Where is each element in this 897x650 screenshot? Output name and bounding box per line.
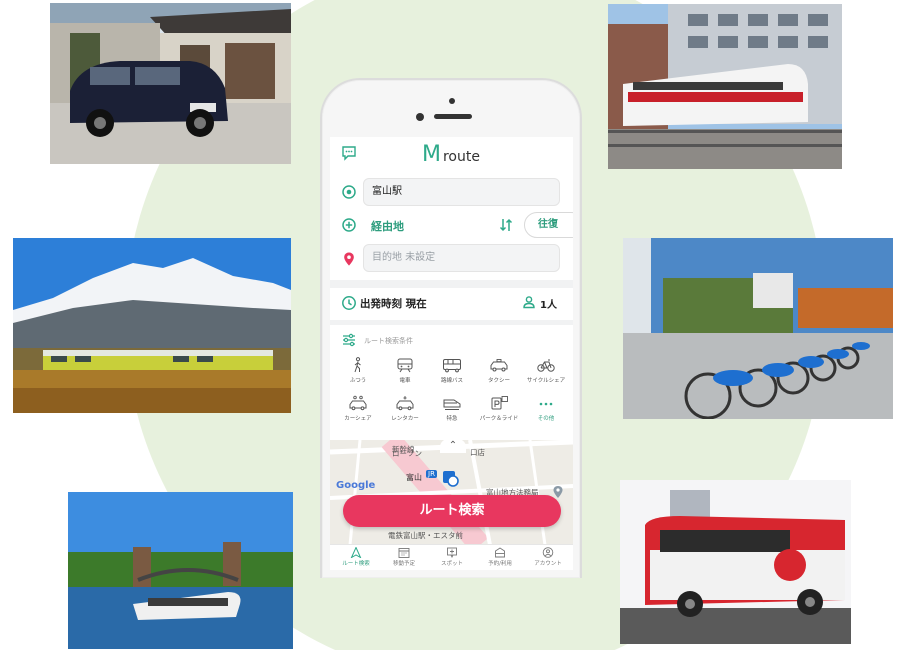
mode-taxi[interactable]: タクシー xyxy=(475,357,523,384)
community-bus-photo xyxy=(620,480,851,644)
map-label-jr: JR xyxy=(426,470,437,478)
speaker-grille xyxy=(434,114,472,119)
mode-express[interactable]: 特急 xyxy=(428,395,476,422)
express-train-icon xyxy=(443,399,461,410)
map-label-toyama: 富山 xyxy=(406,473,422,482)
clock-icon xyxy=(342,296,356,310)
tab-label: スポット xyxy=(440,561,463,567)
destination-input[interactable]: 目的地 未設定 xyxy=(363,244,560,272)
logo-text: route xyxy=(442,149,480,165)
mode-park-and-ride[interactable]: パーク＆ライド xyxy=(475,395,523,422)
tram-photo xyxy=(608,4,842,169)
tab-schedule[interactable]: 移動予定 xyxy=(380,547,428,567)
app-screen: M route 富山駅 経由地 往復 目的地 未設定 出発時刻 現在 1人 ルー… xyxy=(330,137,573,570)
map-label-lawson: ローソン xyxy=(392,449,422,458)
spot-icon xyxy=(447,547,457,558)
walk-icon xyxy=(354,357,361,373)
app-header: M route xyxy=(330,137,573,171)
bus-icon xyxy=(443,359,461,373)
bicycle-icon xyxy=(537,359,555,372)
origin-input[interactable]: 富山駅 xyxy=(363,178,560,206)
map-view[interactable]: 新幹線 ローソン 口店 富山 JR 富山地方法務局 電鉄富山駅・エスタ前 Goo… xyxy=(330,440,573,545)
map-label-station-front: 電鉄富山駅・エスタ前 xyxy=(388,531,463,540)
train-icon xyxy=(397,358,413,373)
taxi-icon xyxy=(490,359,508,372)
more-icon xyxy=(539,402,553,406)
taxi-photo xyxy=(50,3,291,164)
swap-icon[interactable] xyxy=(498,217,514,233)
mode-label: サイクルシェア xyxy=(526,378,566,384)
mode-walk[interactable]: ふつう xyxy=(334,357,382,384)
carshare-icon xyxy=(349,395,367,411)
person-icon xyxy=(523,296,535,309)
mode-train[interactable]: 電車 xyxy=(381,357,429,384)
route-search-button[interactable]: ルート検索 xyxy=(343,495,561,527)
mode-bus[interactable]: 路線バス xyxy=(428,357,476,384)
google-logo: Google xyxy=(336,480,376,491)
train-mountain-photo xyxy=(13,238,291,413)
mode-cycle-share[interactable]: サイクルシェア xyxy=(522,357,570,384)
mode-rental-car[interactable]: レンタカー xyxy=(381,395,429,422)
collapse-panel-handle[interactable]: ⌃ xyxy=(440,439,466,453)
park-and-ride-icon xyxy=(491,396,508,410)
transport-mode-grid: ふつう 電車 路線バス タクシー サイクルシェア カーシェア レンタカー 特急 … xyxy=(334,357,570,427)
tab-label: アカウント xyxy=(534,561,562,567)
tab-account[interactable]: アカウント xyxy=(524,547,572,567)
mode-label: レンタカー xyxy=(391,416,419,422)
logo-mark: M xyxy=(422,142,441,167)
rentalcar-icon xyxy=(396,396,414,411)
current-station-marker-icon xyxy=(443,471,459,487)
origin-marker-icon xyxy=(342,185,356,199)
route-conditions-label: ルート検索条件 xyxy=(364,337,413,345)
ticket-icon xyxy=(495,547,505,558)
sensor-dot xyxy=(416,113,424,121)
camera-dot xyxy=(449,98,455,104)
tab-spot[interactable]: スポット xyxy=(428,547,476,567)
via-point-link[interactable]: 経由地 xyxy=(371,218,404,234)
route-search-icon xyxy=(350,547,362,558)
chat-icon[interactable] xyxy=(341,145,357,161)
calendar-icon xyxy=(398,548,410,558)
map-label-shop: 口店 xyxy=(470,448,485,457)
mode-label: タクシー xyxy=(487,378,510,384)
mode-label: 特急 xyxy=(446,416,458,422)
mode-label: 電車 xyxy=(399,378,411,384)
add-waypoint-icon[interactable] xyxy=(341,217,357,233)
passenger-count-selector[interactable]: 1人 xyxy=(540,296,557,311)
tab-label: 移動予定 xyxy=(392,561,415,567)
destination-pin-icon xyxy=(344,252,354,266)
filter-sliders-icon[interactable] xyxy=(341,332,357,348)
account-icon xyxy=(542,547,554,558)
mode-more[interactable]: その他 xyxy=(522,395,570,422)
mode-label: 路線バス xyxy=(440,378,463,384)
tab-reservation[interactable]: 予約/利用 xyxy=(476,547,524,567)
mode-label: カーシェア xyxy=(344,416,372,422)
mode-carshare[interactable]: カーシェア xyxy=(334,395,382,422)
section-divider-2 xyxy=(330,320,573,325)
water-bus-photo xyxy=(68,492,293,649)
section-divider xyxy=(330,280,573,288)
roundtrip-button[interactable]: 往復 xyxy=(524,212,573,238)
app-logo: M route xyxy=(422,142,480,166)
tab-label: 予約/利用 xyxy=(488,561,512,567)
chevron-up-icon: ⌃ xyxy=(448,440,458,451)
tab-route-search[interactable]: ルート検索 xyxy=(332,547,380,567)
departure-time-selector[interactable]: 出発時刻 現在 xyxy=(360,296,427,311)
mode-label: ふつう xyxy=(349,378,367,384)
bike-share-photo xyxy=(623,238,893,419)
mode-label: その他 xyxy=(537,416,555,422)
mode-label: パーク＆ライド xyxy=(479,416,519,422)
tab-label: ルート検索 xyxy=(342,561,370,567)
bottom-tab-bar: ルート検索 移動予定 スポット 予約/利用 アカウント xyxy=(330,544,573,570)
